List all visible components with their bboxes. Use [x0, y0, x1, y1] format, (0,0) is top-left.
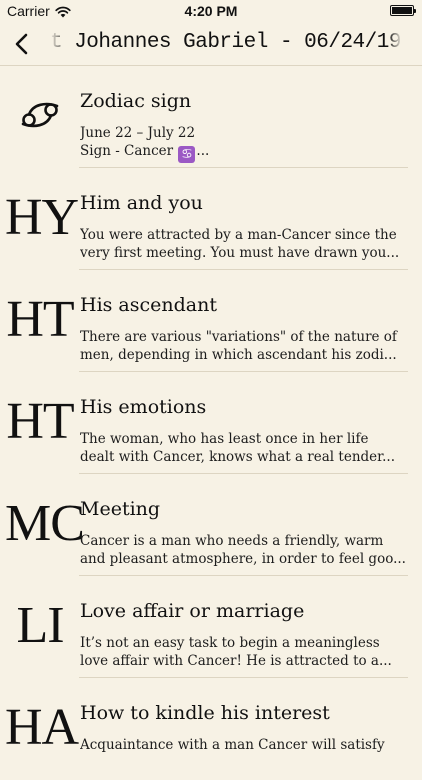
- item-description: There are various "variations" of the na…: [80, 328, 416, 364]
- list-item-his-emotions[interactable]: HT His emotions The woman, who has least…: [0, 372, 422, 474]
- zodiac-sign-text: Sign - Cancer: [80, 143, 178, 159]
- zodiac-sign-ellipsis: ...: [196, 143, 210, 159]
- item-monogram: MC: [5, 495, 85, 552]
- item-description: Acquaintance with a man Cancer will sati…: [80, 736, 416, 754]
- item-title: Zodiac sign: [80, 90, 192, 112]
- list-item-how-to-kindle-his-interest[interactable]: HA How to kindle his interest Acquaintan…: [0, 678, 422, 780]
- item-description-line: You were attracted by a man-Cancer since…: [80, 227, 397, 243]
- item-title: Love affair or marriage: [80, 600, 305, 622]
- item-description: You were attracted by a man-Cancer since…: [80, 226, 416, 262]
- battery-icon: [390, 5, 416, 16]
- item-description: It’s not an easy task to begin a meaning…: [80, 634, 416, 670]
- status-time: 4:20 PM: [184, 3, 238, 19]
- item-title: His emotions: [80, 396, 207, 418]
- item-description-line: The woman, who has least once in her lif…: [80, 431, 369, 447]
- item-description-line: Acquaintance with a man Cancer will sati…: [80, 737, 385, 753]
- item-monogram: HT: [6, 393, 74, 450]
- item-description-line: dealt with Cancer, knows what a real ten…: [80, 449, 395, 465]
- item-title: How to kindle his interest: [80, 702, 330, 724]
- item-monogram: HT: [6, 291, 74, 348]
- list-item-his-ascendant[interactable]: HT His ascendant There are various "vari…: [0, 270, 422, 372]
- item-title: Him and you: [80, 192, 203, 214]
- item-description-line: There are various "variations" of the na…: [80, 329, 397, 345]
- item-monogram: LI: [16, 597, 64, 654]
- list-item-him-and-you[interactable]: HY Him and you You were attracted by a m…: [0, 168, 422, 270]
- navigation-bar: t Johannes Gabriel - 06/24/1983: [0, 22, 422, 66]
- item-monogram: HY: [5, 189, 79, 246]
- cancer-symbol-icon: [5, 88, 75, 144]
- item-description-line: and pleasant atmosphere, in order to fee…: [80, 551, 406, 567]
- item-title: Meeting: [80, 498, 161, 520]
- zodiac-dates: June 22 – July 22: [80, 125, 196, 141]
- list-item-love-affair-or-marriage[interactable]: LI Love affair or marriage It’s not an e…: [0, 576, 422, 678]
- battery-fill: [392, 7, 412, 14]
- zodiac-sign-line: Sign - Cancer ♋...: [80, 142, 416, 163]
- horoscope-list: Zodiac sign June 22 – July 22 Sign - Can…: [0, 66, 422, 780]
- item-description: The woman, who has least once in her lif…: [80, 430, 416, 466]
- back-button[interactable]: [6, 28, 38, 60]
- item-description-line: men, depending in which ascendant his zo…: [80, 347, 397, 363]
- item-description-line: Cancer is a man who needs a friendly, wa…: [80, 533, 384, 549]
- chevron-left-icon: [15, 33, 28, 55]
- list-item-zodiac-sign[interactable]: Zodiac sign June 22 – July 22 Sign - Can…: [0, 66, 422, 168]
- cancer-badge-icon: ♋: [178, 146, 196, 163]
- item-description-line: It’s not an easy task to begin a meaning…: [80, 635, 380, 651]
- item-title: His ascendant: [80, 294, 217, 316]
- item-description: June 22 – July 22 Sign - Cancer ♋...: [80, 124, 416, 163]
- item-monogram: HA: [5, 699, 79, 756]
- item-description: Cancer is a man who needs a friendly, wa…: [80, 532, 416, 568]
- list-item-meeting[interactable]: MC Meeting Cancer is a man who needs a f…: [0, 474, 422, 576]
- item-description-line: very first meeting. You must have drawn …: [80, 245, 400, 261]
- nav-title: t Johannes Gabriel - 06/24/1983: [50, 31, 402, 54]
- status-bar: Carrier 4:20 PM: [0, 0, 422, 22]
- item-description-line: love affair with Cancer! He is attracted…: [80, 653, 392, 669]
